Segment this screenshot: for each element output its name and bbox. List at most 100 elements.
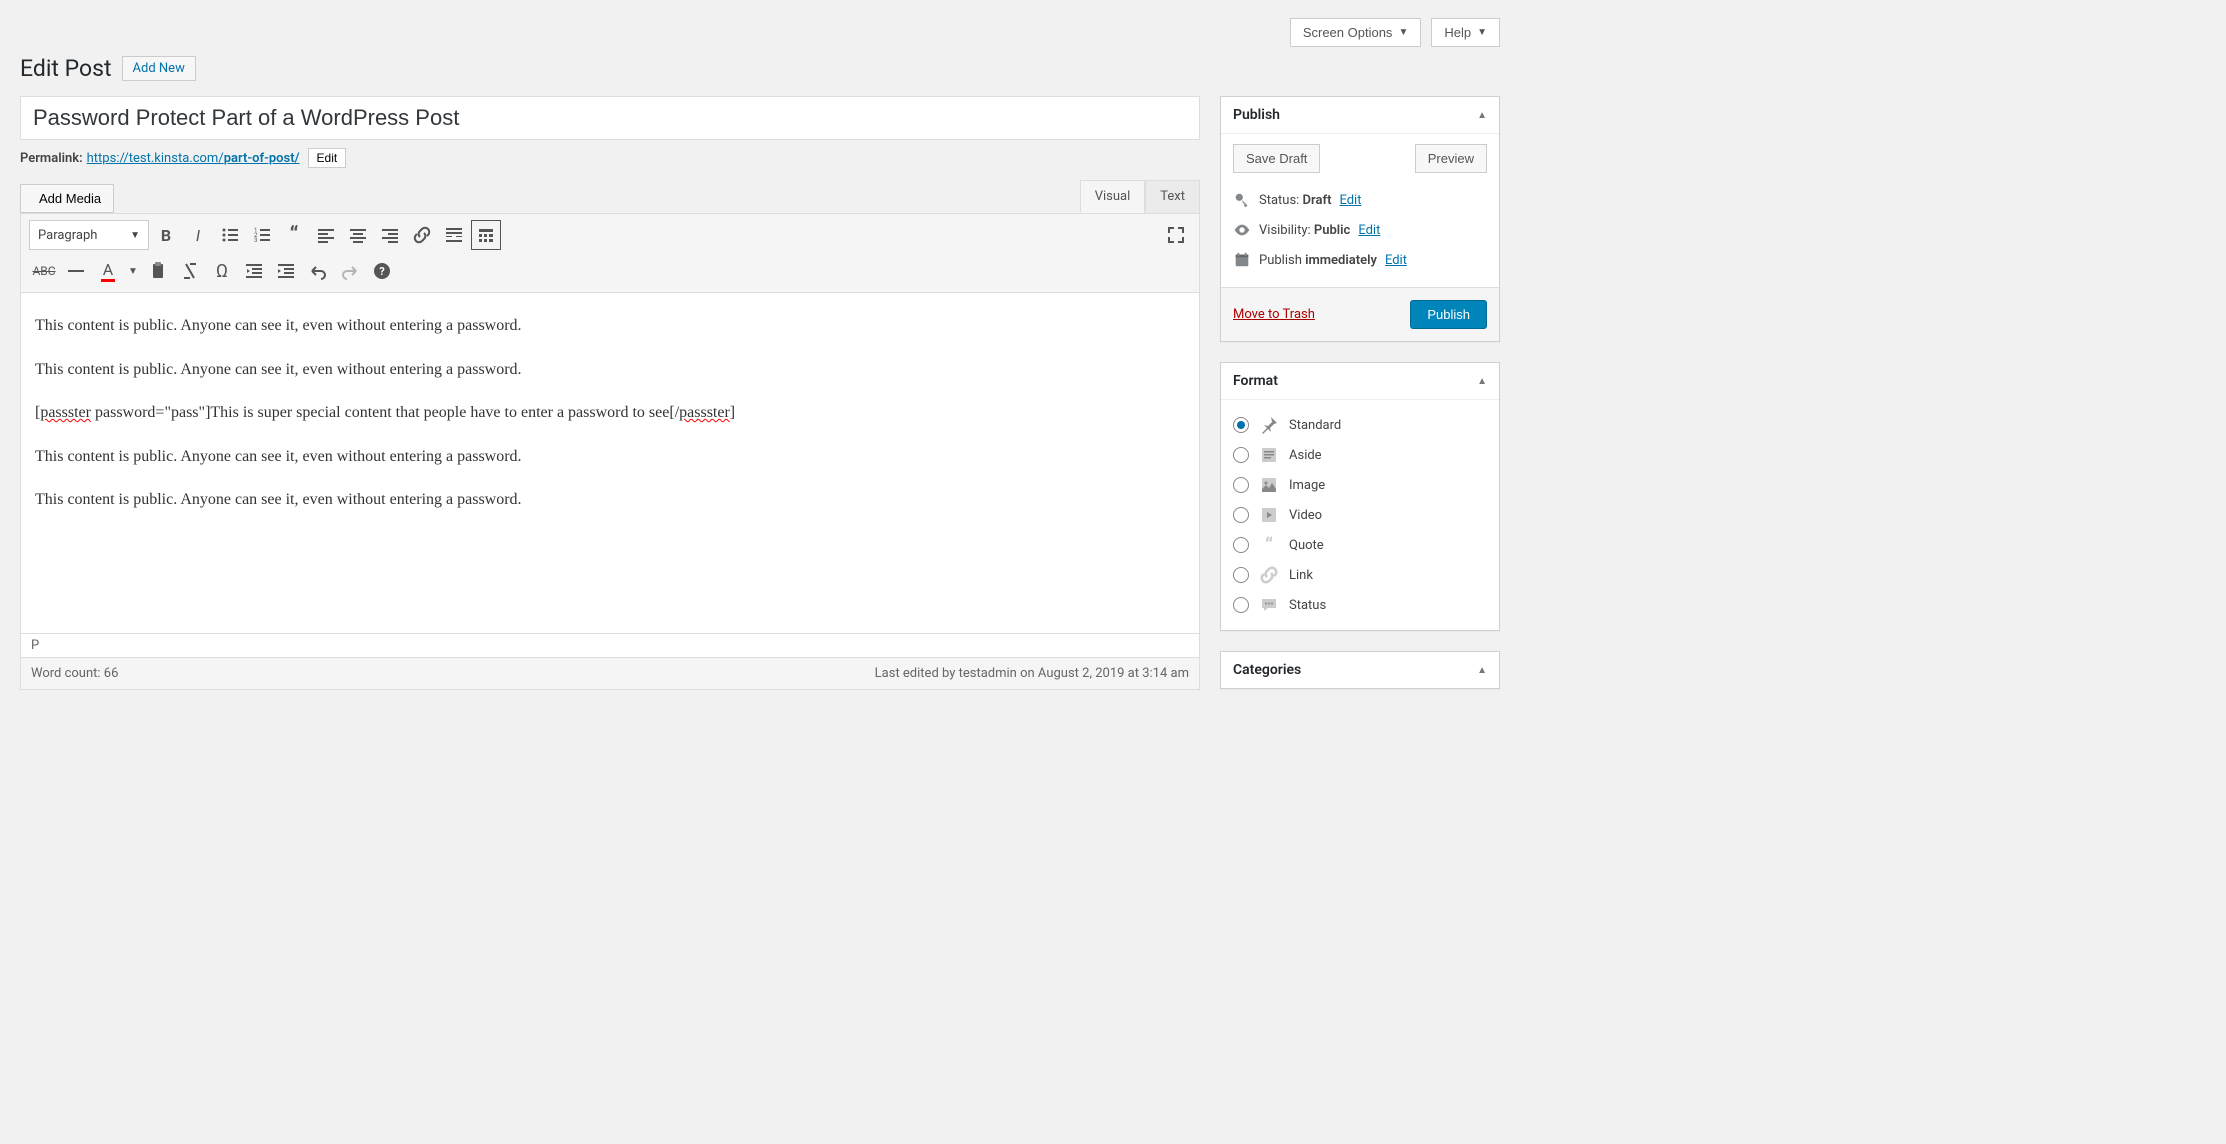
edit-permalink-button[interactable]: Edit: [308, 148, 347, 168]
chevron-up-icon: ▲: [1477, 376, 1487, 387]
add-media-label: Add Media: [39, 191, 101, 206]
editor-paragraph: [passster password="pass"]This is super …: [35, 400, 1185, 426]
help-label: Help: [1444, 25, 1471, 40]
eye-icon: [1233, 221, 1251, 239]
format-option-quote[interactable]: “ Quote: [1233, 530, 1487, 560]
publish-header[interactable]: Publish ▲: [1221, 97, 1499, 134]
editor-paragraph: This content is public. Anyone can see i…: [35, 487, 1185, 513]
radio-icon: [1233, 417, 1249, 433]
add-new-button[interactable]: Add New: [122, 56, 196, 81]
pin-icon: [1259, 415, 1279, 435]
publish-title: Publish: [1233, 107, 1280, 123]
radio-icon: [1233, 597, 1249, 613]
chevron-up-icon: ▲: [1477, 110, 1487, 121]
svg-text:?: ?: [379, 265, 385, 278]
clear-formatting-button[interactable]: [175, 256, 205, 286]
svg-text:3: 3: [254, 237, 257, 244]
post-title-input[interactable]: [20, 96, 1200, 140]
undo-button[interactable]: [303, 256, 333, 286]
chevron-down-icon: ▼: [1477, 27, 1487, 38]
permalink-link[interactable]: https://test.kinsta.com/part-of-post/: [87, 151, 300, 166]
visibility-text: Visibility: Public: [1259, 223, 1350, 238]
publish-metabox: Publish ▲ Save Draft Preview Status: Dra…: [1220, 96, 1500, 342]
radio-icon: [1233, 507, 1249, 523]
categories-metabox: Categories ▲: [1220, 651, 1500, 689]
format-option-standard[interactable]: Standard: [1233, 410, 1487, 440]
format-option-image[interactable]: Image: [1233, 470, 1487, 500]
strikethrough-button[interactable]: ABC: [29, 256, 59, 286]
italic-button[interactable]: I: [183, 220, 213, 250]
link-button[interactable]: [407, 220, 437, 250]
format-list: Standard Aside Image: [1233, 410, 1487, 620]
format-option-video[interactable]: Video: [1233, 500, 1487, 530]
special-character-button[interactable]: Ω: [207, 256, 237, 286]
preview-button[interactable]: Preview: [1415, 144, 1487, 173]
tab-text[interactable]: Text: [1145, 180, 1200, 213]
schedule-text: Publish immediately: [1259, 253, 1377, 268]
editor-paragraph: This content is public. Anyone can see i…: [35, 313, 1185, 339]
align-right-button[interactable]: [375, 220, 405, 250]
format-dropdown[interactable]: Paragraph ▼: [29, 220, 149, 250]
screen-options-label: Screen Options: [1303, 25, 1393, 40]
tab-visual[interactable]: Visual: [1080, 180, 1146, 213]
format-header[interactable]: Format ▲: [1221, 363, 1499, 400]
word-count: Word count: 66: [31, 666, 118, 681]
blockquote-button[interactable]: “: [279, 220, 309, 250]
align-center-button[interactable]: [343, 220, 373, 250]
redo-button[interactable]: [335, 256, 365, 286]
text-color-button[interactable]: A: [93, 256, 123, 286]
screen-options-button[interactable]: Screen Options ▼: [1290, 18, 1422, 47]
status-text: Status: Draft: [1259, 193, 1331, 208]
toolbar-toggle-button[interactable]: [471, 220, 501, 250]
chevron-down-icon: ▼: [130, 230, 140, 241]
edit-visibility-link[interactable]: Edit: [1358, 223, 1380, 238]
save-draft-button[interactable]: Save Draft: [1233, 144, 1320, 173]
help-button[interactable]: Help ▼: [1431, 18, 1500, 47]
format-title: Format: [1233, 373, 1278, 389]
page-title: Edit Post: [20, 55, 112, 82]
move-to-trash-link[interactable]: Move to Trash: [1233, 307, 1315, 322]
format-option-link[interactable]: Link: [1233, 560, 1487, 590]
bold-button[interactable]: B: [151, 220, 181, 250]
editor-container: Paragraph ▼ B I 123 “: [20, 213, 1200, 690]
image-icon: [1259, 475, 1279, 495]
editor-content-area[interactable]: This content is public. Anyone can see i…: [21, 293, 1199, 633]
outdent-button[interactable]: [239, 256, 269, 286]
numbered-list-button[interactable]: 123: [247, 220, 277, 250]
quote-icon: “: [1259, 535, 1279, 555]
format-option-status[interactable]: Status: [1233, 590, 1487, 620]
text-color-dropdown[interactable]: ▼: [125, 256, 141, 286]
radio-icon: [1233, 447, 1249, 463]
editor-paragraph: This content is public. Anyone can see i…: [35, 444, 1185, 470]
paste-text-button[interactable]: [143, 256, 173, 286]
radio-icon: [1233, 567, 1249, 583]
video-icon: [1259, 505, 1279, 525]
edit-schedule-link[interactable]: Edit: [1385, 253, 1407, 268]
permalink-label: Permalink:: [20, 151, 83, 166]
format-option-aside[interactable]: Aside: [1233, 440, 1487, 470]
format-metabox: Format ▲ Standard Aside: [1220, 362, 1500, 631]
editor-paragraph: This content is public. Anyone can see i…: [35, 357, 1185, 383]
align-left-button[interactable]: [311, 220, 341, 250]
chat-icon: [1259, 595, 1279, 615]
element-path: P: [21, 633, 1199, 657]
publish-button[interactable]: Publish: [1410, 300, 1487, 329]
categories-title: Categories: [1233, 662, 1301, 678]
radio-icon: [1233, 537, 1249, 553]
document-icon: [1259, 445, 1279, 465]
help-button[interactable]: ?: [367, 256, 397, 286]
bullet-list-button[interactable]: [215, 220, 245, 250]
edit-status-link[interactable]: Edit: [1339, 193, 1361, 208]
indent-button[interactable]: [271, 256, 301, 286]
chevron-down-icon: ▼: [1398, 27, 1408, 38]
chevron-up-icon: ▲: [1477, 665, 1487, 676]
horizontal-rule-button[interactable]: [61, 256, 91, 286]
key-icon: [1233, 191, 1251, 209]
add-media-button[interactable]: Add Media: [20, 184, 114, 213]
link-icon: [1259, 565, 1279, 585]
read-more-button[interactable]: [439, 220, 469, 250]
categories-header[interactable]: Categories ▲: [1221, 652, 1499, 688]
calendar-icon: [1233, 251, 1251, 269]
last-edited: Last edited by testadmin on August 2, 20…: [875, 666, 1189, 681]
fullscreen-button[interactable]: [1161, 220, 1191, 250]
